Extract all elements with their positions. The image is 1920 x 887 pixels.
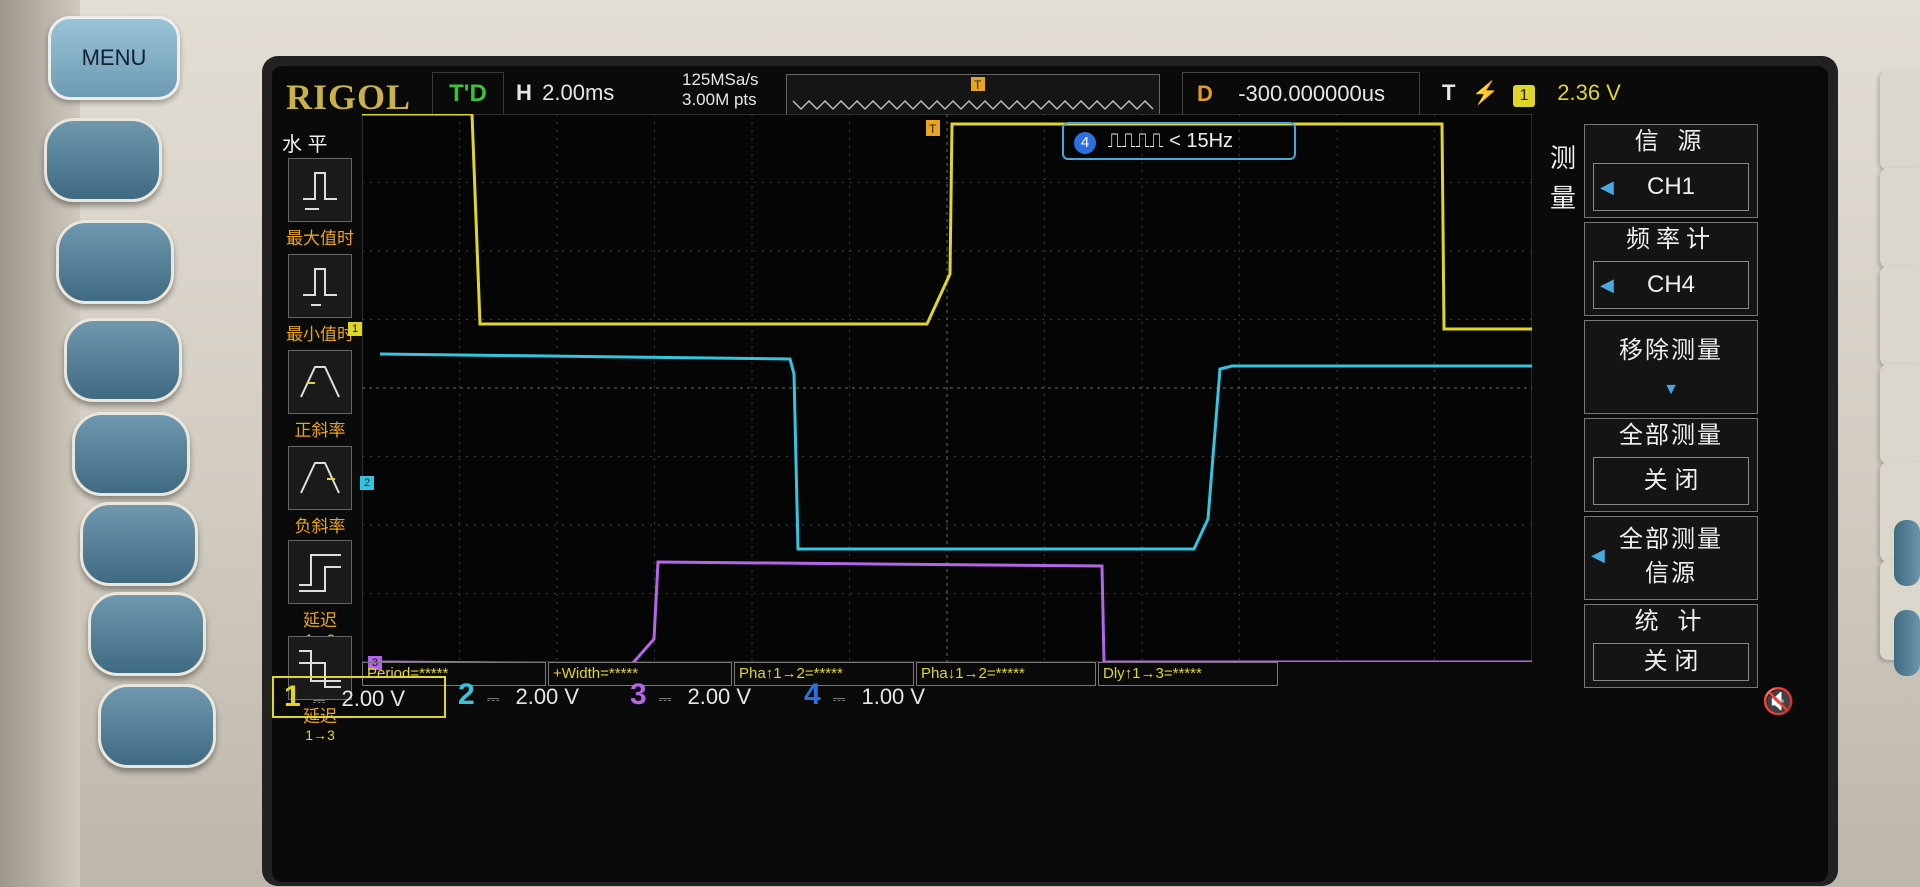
statistics-value: 关 闭 bbox=[1593, 643, 1749, 681]
ch4-number: 4 bbox=[804, 678, 821, 711]
chevron-down-icon: ▼ bbox=[1663, 381, 1679, 398]
menu-delay-rise[interactable]: 延迟 1→3 bbox=[278, 540, 362, 647]
remove-measure-button[interactable]: 移除测量 ▼ bbox=[1584, 320, 1758, 414]
counter-value: < 15Hz bbox=[1169, 130, 1234, 152]
delay-rise-icon bbox=[288, 540, 352, 604]
menu-button[interactable]: MENU bbox=[48, 16, 180, 100]
softkey-right-2[interactable] bbox=[1880, 168, 1920, 268]
source-value: CH1 bbox=[1646, 173, 1695, 200]
counter-button[interactable]: 频率计 ◀ CH4 bbox=[1584, 222, 1758, 316]
timebase-value: 2.00ms bbox=[542, 80, 615, 105]
rising-edge-icon: ⚡ bbox=[1471, 80, 1499, 105]
softkey-right-knob-1[interactable] bbox=[1894, 520, 1920, 586]
caret-left-icon: ◀ bbox=[1600, 177, 1614, 197]
menu-delay-fall-channels: 1→3 bbox=[305, 727, 335, 743]
trigger-level: 2.36 V bbox=[1557, 80, 1621, 105]
ch1-setting[interactable]: 1 ⎓ 2.00 V bbox=[272, 676, 446, 718]
counter-source: CH4 bbox=[1646, 271, 1695, 298]
all-measure-source-button[interactable]: ◀ 全部测量 信源 bbox=[1584, 516, 1758, 600]
brand-logo: RIGOL bbox=[286, 77, 412, 117]
softkey-right-3[interactable] bbox=[1880, 266, 1920, 366]
waveform-display[interactable]: 1 T bbox=[362, 114, 1532, 662]
all-measure-button[interactable]: 全部测量 关 闭 bbox=[1584, 418, 1758, 512]
counter-label: 频率计 bbox=[1626, 226, 1716, 253]
source-value-box: ◀ CH1 bbox=[1593, 163, 1749, 211]
softkey-right-1[interactable] bbox=[1880, 70, 1920, 170]
dc-coupling-icon: ⎓ bbox=[312, 693, 326, 710]
memory-overview: T bbox=[786, 74, 1160, 116]
delay-label: D bbox=[1197, 81, 1213, 106]
min-pulse-icon bbox=[288, 254, 352, 318]
ch3-setting[interactable]: 3 ⎓ 2.00 V bbox=[620, 676, 800, 714]
measure-menu-title: 测 量 bbox=[1549, 143, 1576, 213]
softkey-right-4[interactable] bbox=[1880, 364, 1920, 464]
horizontal-menu: 水 平 最大值时刻 最小值时刻 正斜率 负斜率 bbox=[272, 128, 360, 748]
svg-text:T: T bbox=[974, 78, 982, 92]
ch3-number: 3 bbox=[630, 678, 647, 711]
all-measure-value: 关 闭 bbox=[1593, 457, 1749, 505]
dc-coupling-icon: ⎓ bbox=[658, 691, 672, 708]
menu-fall-slope-label: 负斜率 bbox=[294, 517, 346, 536]
softkey-left-3[interactable] bbox=[64, 318, 182, 402]
trigger-position-marker: T bbox=[926, 120, 940, 136]
horizontal-menu-title: 水 平 bbox=[282, 134, 328, 156]
all-measure-label: 全部测量 bbox=[1619, 422, 1723, 449]
softkey-left-5[interactable] bbox=[80, 502, 198, 586]
graticule bbox=[362, 114, 1532, 662]
frequency-counter: 4 ⎍⎍⎍⎍ < 15Hz bbox=[1062, 122, 1296, 160]
ch3-scale: 2.00 V bbox=[687, 684, 752, 709]
source-button[interactable]: 信 源 ◀ CH1 bbox=[1584, 124, 1758, 218]
falling-slope-icon bbox=[288, 446, 352, 510]
softkey-left-4[interactable] bbox=[72, 412, 190, 496]
trigger-label: T bbox=[1442, 80, 1456, 105]
ch1-number: 1 bbox=[284, 680, 301, 713]
trigger-status: T'D bbox=[432, 72, 504, 116]
ch4-scale: 1.00 V bbox=[861, 684, 926, 709]
source-label: 信 源 bbox=[1634, 128, 1708, 155]
memory-depth: 3.00M pts bbox=[682, 90, 757, 109]
acquisition-info: 125MSa/s 3.00M pts bbox=[682, 70, 759, 110]
counter-channel: 4 bbox=[1074, 132, 1096, 154]
delay-box[interactable]: D -300.000000us bbox=[1182, 72, 1420, 116]
ch1-marker[interactable]: 1 bbox=[348, 322, 362, 336]
statistics-button[interactable]: 统 计 关 闭 bbox=[1584, 604, 1758, 688]
ch2-marker[interactable]: 2 bbox=[360, 476, 374, 490]
max-pulse-icon bbox=[288, 158, 352, 222]
softkey-left-6[interactable] bbox=[88, 592, 206, 676]
menu-rise-slope-label: 正斜率 bbox=[294, 421, 346, 440]
statistics-label: 统 计 bbox=[1634, 608, 1708, 635]
caret-left-icon: ◀ bbox=[1600, 275, 1614, 295]
softkey-right-knob-2[interactable] bbox=[1894, 610, 1920, 676]
memory-wave-icon: T bbox=[792, 77, 1154, 111]
dc-coupling-icon: ⎓ bbox=[832, 691, 846, 708]
measure-menu: 测 量 信 源 ◀ CH1 频率计 ◀ CH4 移除测量 ▼ 全部测量 关 闭 ◀ … bbox=[1548, 124, 1758, 688]
caret-left-icon: ◀ bbox=[1591, 545, 1605, 565]
rising-slope-icon bbox=[288, 350, 352, 414]
svg-text:T: T bbox=[929, 122, 937, 136]
horizontal-label: H bbox=[516, 80, 532, 105]
dc-coupling-icon: ⎓ bbox=[486, 691, 500, 708]
softkey-left-1[interactable] bbox=[44, 118, 162, 202]
softkey-left-2[interactable] bbox=[56, 220, 174, 304]
square-wave-icon: ⎍⎍⎍⎍ bbox=[1107, 130, 1164, 152]
trigger-box[interactable]: T ⚡ 1 2.36 V bbox=[1432, 72, 1812, 114]
trigger-source: 1 bbox=[1513, 85, 1536, 107]
menu-delay-rise-label: 延迟 bbox=[303, 611, 337, 630]
counter-value-box: ◀ CH4 bbox=[1593, 261, 1749, 309]
sample-rate: 125MSa/s bbox=[682, 70, 759, 89]
softkey-left-7[interactable] bbox=[98, 684, 216, 768]
all-measure-source-label: 全部测量 信源 bbox=[1619, 526, 1723, 587]
ch1-scale: 2.00 V bbox=[341, 686, 406, 711]
ch2-setting[interactable]: 2 ⎓ 2.00 V bbox=[448, 676, 628, 714]
menu-rise-slope[interactable]: 正斜率 bbox=[278, 350, 362, 441]
scope-screen: RIGOL T'D H 2.00ms 125MSa/s 3.00M pts T … bbox=[272, 66, 1828, 882]
channel-bar: 1 ⎓ 2.00 V 2 ⎓ 2.00 V 3 ⎓ 2.00 V 4 ⎓ 1.00 V bbox=[272, 676, 1542, 720]
delay-value: -300.000000us bbox=[1238, 81, 1385, 106]
ch2-number: 2 bbox=[458, 678, 475, 711]
menu-fall-slope[interactable]: 负斜率 bbox=[278, 446, 362, 537]
ch2-scale: 2.00 V bbox=[515, 684, 580, 709]
speaker-mute-icon: 🔇 bbox=[1762, 686, 1795, 716]
remove-measure-label: 移除测量 bbox=[1619, 337, 1723, 364]
ch4-setting[interactable]: 4 ⎓ 1.00 V bbox=[794, 676, 974, 714]
